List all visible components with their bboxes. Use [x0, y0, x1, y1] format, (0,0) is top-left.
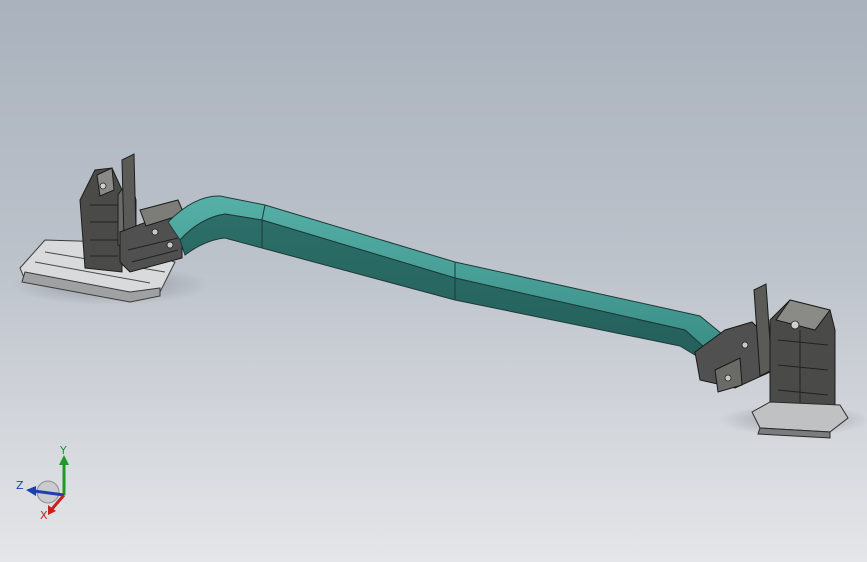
cad-viewport[interactable] [0, 0, 867, 562]
z-axis-label: Z [16, 479, 24, 492]
z-axis-arrow [26, 486, 36, 496]
x-axis-label: X [40, 509, 48, 522]
coordinate-triad: Y Z X [16, 445, 69, 522]
sweep-beam[interactable] [167, 195, 723, 359]
left-fixture[interactable] [19, 153, 185, 303]
right-fixture[interactable] [694, 283, 849, 439]
y-axis-label: Y [59, 445, 67, 457]
